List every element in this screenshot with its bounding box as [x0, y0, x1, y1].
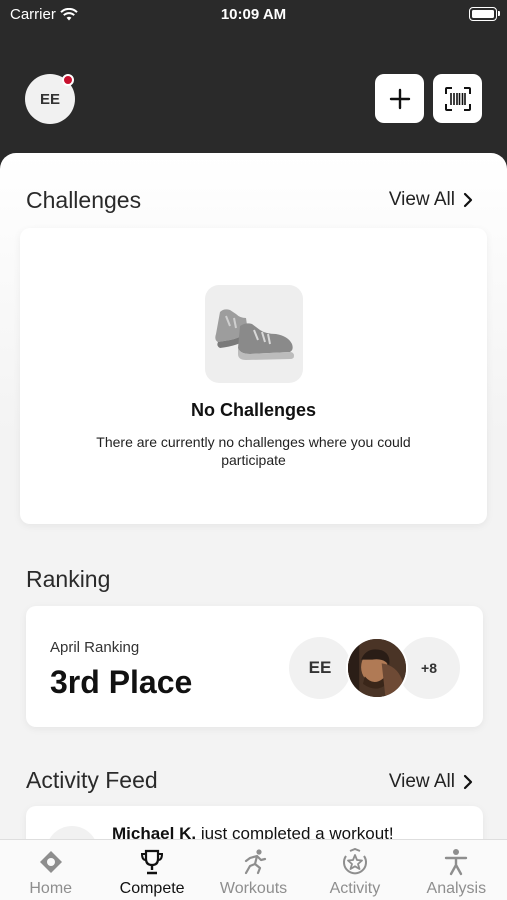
- activity-feed-title: Activity Feed: [26, 767, 158, 793]
- avatar-initials: EE: [39, 90, 60, 108]
- trophy-icon: [138, 848, 166, 876]
- add-button[interactable]: [375, 74, 424, 123]
- plus-icon: [389, 88, 410, 109]
- runner-icon: [240, 848, 268, 876]
- participant-photo-avatar: [346, 637, 408, 699]
- activity-view-all-link[interactable]: View All: [389, 771, 473, 793]
- view-all-label: View All: [388, 189, 455, 210]
- empty-state-description: There are currently no challenges where …: [96, 434, 411, 468]
- empty-state-title: No Challenges: [190, 400, 317, 420]
- chevron-right-icon: [463, 774, 473, 790]
- participant-avatar: EE: [289, 637, 351, 699]
- tab-home[interactable]: Home: [0, 840, 101, 900]
- status-bar: Carrier 10:09 AM: [0, 0, 507, 30]
- home-icon: [38, 848, 64, 876]
- tab-label: Activity: [329, 880, 381, 897]
- person-icon: [443, 848, 469, 876]
- tab-workouts[interactable]: Workouts: [203, 840, 304, 900]
- tab-compete[interactable]: Compete: [101, 840, 202, 900]
- tab-label: Analysis: [426, 880, 487, 897]
- activity-star-icon: [341, 848, 369, 876]
- sneakers-icon: [205, 285, 303, 383]
- challenges-title: Challenges: [26, 187, 142, 213]
- main-content: Challenges View All No Challenges There …: [0, 153, 507, 853]
- more-count: +8: [421, 660, 437, 676]
- challenges-empty-card: No Challenges There are currently no cha…: [20, 228, 487, 524]
- tab-activity[interactable]: Activity: [304, 840, 405, 900]
- profile-avatar[interactable]: EE: [25, 74, 75, 124]
- participant-initials: EE: [308, 658, 332, 677]
- challenges-view-all-link[interactable]: View All: [389, 189, 473, 211]
- barcode-scan-button[interactable]: [433, 74, 482, 123]
- battery-icon: [469, 7, 500, 21]
- header-bar: Carrier 10:09 AM EE: [0, 0, 507, 175]
- chevron-right-icon: [463, 192, 473, 208]
- status-time: 10:09 AM: [220, 6, 287, 23]
- notification-dot: [62, 74, 74, 86]
- tab-label: Home: [29, 880, 73, 897]
- barcode-scan-icon: [444, 86, 471, 111]
- tab-label: Workouts: [219, 880, 288, 897]
- ranking-title: Ranking: [26, 566, 111, 592]
- tab-bar: Home Compete Workouts Activity Analysis: [0, 839, 507, 900]
- tab-analysis[interactable]: Analysis: [406, 840, 507, 900]
- ranking-card[interactable]: April Ranking 3rd Place EE +8: [26, 606, 483, 727]
- tab-label: Compete: [119, 880, 185, 897]
- ranking-subtitle: April Ranking: [50, 639, 140, 656]
- ranking-place: 3rd Place: [50, 664, 193, 700]
- view-all-label: View All: [388, 771, 455, 792]
